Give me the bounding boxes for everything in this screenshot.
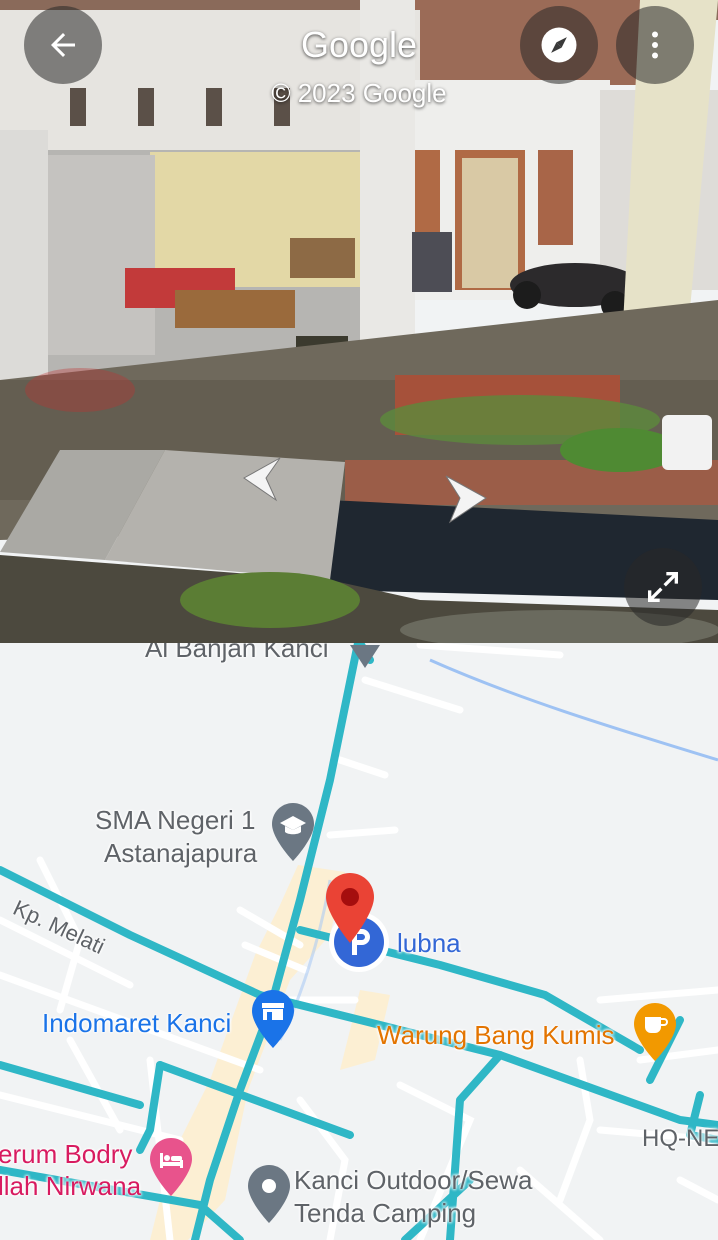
map-pin-icon <box>326 873 374 943</box>
lodging-label-line2: llah Nirwana <box>0 1171 142 1201</box>
copyright-label: © 2023 Google <box>271 78 447 108</box>
compass-button[interactable] <box>520 6 598 84</box>
lodging-pin[interactable] <box>150 1138 192 1201</box>
school-pin[interactable] <box>272 803 314 866</box>
cafe-pin[interactable] <box>634 1003 676 1066</box>
selected-location-pin[interactable] <box>326 873 374 948</box>
outdoor-label-line2: Tenda Camping <box>294 1198 477 1228</box>
prev-arrow-button[interactable] <box>232 450 292 515</box>
place-label-hq-edge[interactable]: HQ-NE <box>642 1125 718 1153</box>
parking-label[interactable]: lubna <box>397 928 461 959</box>
expand-icon <box>648 572 678 602</box>
shop-icon <box>252 990 294 1048</box>
bed-icon <box>150 1138 192 1196</box>
street-view-title: Google <box>300 24 418 65</box>
more-vert-icon <box>652 31 658 59</box>
graduation-cap-icon <box>272 803 314 861</box>
cafe-label-warung[interactable]: Warung Bang Kumis <box>377 1020 614 1051</box>
school-name-line2: Astanajapura <box>104 838 258 868</box>
map-view[interactable]: Al Banjan Kanci SMA Negeri 1 Astanajapur… <box>0 643 718 1240</box>
outdoor-label-line1[interactable]: Kanci Outdoor/Sewa <box>294 1165 532 1196</box>
store-label-indomaret[interactable]: Indomaret Kanci <box>42 1008 231 1039</box>
next-arrow-button[interactable] <box>438 470 498 535</box>
outdoor-pin[interactable] <box>248 1165 290 1228</box>
store-pin[interactable] <box>252 990 294 1053</box>
street-view-panorama[interactable]: Google © 2023 Google <box>0 0 718 643</box>
expand-button[interactable] <box>624 548 702 626</box>
more-options-button[interactable] <box>616 6 694 84</box>
place-label-al-banjan[interactable]: Al Banjan Kanci <box>145 643 329 664</box>
chevron-left-icon <box>243 457 281 502</box>
coffee-cup-icon <box>634 1003 676 1061</box>
lodging-label-line1[interactable]: erum Bodry <box>0 1139 132 1170</box>
compass-icon <box>541 27 577 63</box>
school-name-line1[interactable]: SMA Negeri 1 <box>95 805 255 836</box>
chevron-right-icon <box>445 475 487 524</box>
location-pin-icon <box>248 1165 290 1223</box>
